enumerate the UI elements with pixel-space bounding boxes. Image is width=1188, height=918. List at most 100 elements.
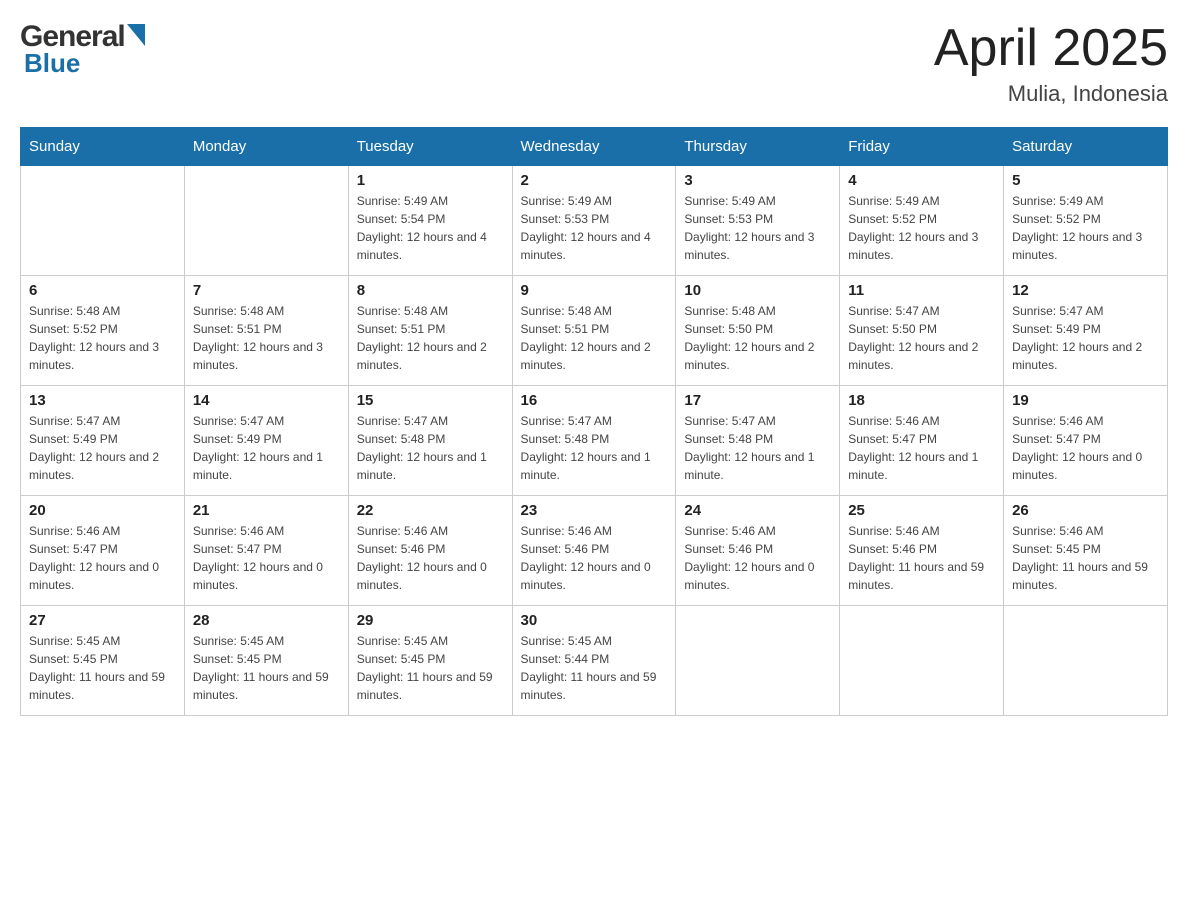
calendar-cell-w3-d3: 15 Sunrise: 5:47 AMSunset: 5:48 PMDayligh… [348,386,512,496]
day-info: Sunrise: 5:46 AMSunset: 5:47 PMDaylight:… [1012,412,1159,484]
day-info: Sunrise: 5:45 AMSunset: 5:45 PMDaylight:… [29,632,176,704]
day-number: 22 [357,502,504,519]
day-number: 10 [684,282,831,299]
calendar-cell-w2-d4: 9 Sunrise: 5:48 AMSunset: 5:51 PMDaylight… [512,276,676,386]
col-friday: Friday [840,128,1004,166]
calendar-cell-w1-d5: 3Sunrise: 5:49 AMSunset: 5:53 PMDaylight… [676,166,840,276]
calendar-cell-w2-d6: 11 Sunrise: 5:47 AMSunset: 5:50 PMDayligh… [840,276,1004,386]
day-info: Sunrise: 5:46 AMSunset: 5:47 PMDaylight:… [193,522,340,594]
calendar-cell-w5-d6 [840,606,1004,716]
col-saturday: Saturday [1004,128,1168,166]
day-info: Sunrise: 5:46 AMSunset: 5:46 PMDaylight:… [357,522,504,594]
day-number: 19 [1012,392,1159,409]
day-info: Sunrise: 5:48 AMSunset: 5:52 PMDaylight:… [29,302,176,374]
calendar-cell-w2-d1: 6 Sunrise: 5:48 AMSunset: 5:52 PMDaylight… [21,276,185,386]
col-wednesday: Wednesday [512,128,676,166]
calendar-cell-w4-d6: 25Sunrise: 5:46 AMSunset: 5:46 PMDayligh… [840,496,1004,606]
calendar-cell-w3-d1: 13 Sunrise: 5:47 AMSunset: 5:49 PMDayligh… [21,386,185,496]
day-number: 16 [521,392,668,409]
day-info: Sunrise: 5:46 AMSunset: 5:46 PMDaylight:… [684,522,831,594]
day-info: Sunrise: 5:47 AMSunset: 5:48 PMDaylight:… [357,412,504,484]
calendar-cell-w4-d2: 21 Sunrise: 5:46 AMSunset: 5:47 PMDayligh… [184,496,348,606]
day-info: Sunrise: 5:48 AMSunset: 5:51 PMDaylight:… [521,302,668,374]
week-row-3: 13 Sunrise: 5:47 AMSunset: 5:49 PMDayligh… [21,386,1168,496]
calendar-cell-w1-d2 [184,166,348,276]
page-header: General Blue April 2025 Mulia, Indonesia [20,20,1168,107]
day-info: Sunrise: 5:46 AMSunset: 5:47 PMDaylight:… [29,522,176,594]
day-number: 20 [29,502,176,519]
calendar-cell-w5-d4: 30 Sunrise: 5:45 AMSunset: 5:44 PMDayligh… [512,606,676,716]
calendar-cell-w4-d5: 24 Sunrise: 5:46 AMSunset: 5:46 PMDayligh… [676,496,840,606]
day-info: Sunrise: 5:47 AMSunset: 5:49 PMDaylight:… [29,412,176,484]
day-info: Sunrise: 5:48 AMSunset: 5:51 PMDaylight:… [193,302,340,374]
week-row-4: 20 Sunrise: 5:46 AMSunset: 5:47 PMDayligh… [21,496,1168,606]
day-number: 8 [357,282,504,299]
day-number: 4 [848,172,995,189]
day-number: 21 [193,502,340,519]
day-info: Sunrise: 5:49 AMSunset: 5:53 PMDaylight:… [684,192,831,264]
day-number: 23 [521,502,668,519]
day-info: Sunrise: 5:45 AMSunset: 5:45 PMDaylight:… [357,632,504,704]
day-number: 7 [193,282,340,299]
day-number: 12 [1012,282,1159,299]
week-row-2: 6 Sunrise: 5:48 AMSunset: 5:52 PMDaylight… [21,276,1168,386]
logo-blue-text: Blue [20,48,145,79]
day-number: 27 [29,612,176,629]
calendar-cell-w3-d7: 19 Sunrise: 5:46 AMSunset: 5:47 PMDayligh… [1004,386,1168,496]
calendar-cell-w4-d7: 26 Sunrise: 5:46 AMSunset: 5:45 PMDayligh… [1004,496,1168,606]
day-number: 2 [521,172,668,189]
day-info: Sunrise: 5:47 AMSunset: 5:49 PMDaylight:… [193,412,340,484]
calendar-cell-w4-d3: 22 Sunrise: 5:46 AMSunset: 5:46 PMDayligh… [348,496,512,606]
month-title: April 2025 [934,20,1168,77]
week-row-5: 27 Sunrise: 5:45 AMSunset: 5:45 PMDayligh… [21,606,1168,716]
calendar-table: Sunday Monday Tuesday Wednesday Thursday… [20,127,1168,716]
day-info: Sunrise: 5:45 AMSunset: 5:44 PMDaylight:… [521,632,668,704]
logo: General Blue [20,20,145,79]
day-number: 24 [684,502,831,519]
day-info: Sunrise: 5:49 AMSunset: 5:52 PMDaylight:… [848,192,995,264]
day-number: 30 [521,612,668,629]
calendar-cell-w1-d3: 1 Sunrise: 5:49 AMSunset: 5:54 PMDaylight… [348,166,512,276]
day-info: Sunrise: 5:49 AMSunset: 5:52 PMDaylight:… [1012,192,1159,264]
day-number: 15 [357,392,504,409]
calendar-cell-w2-d7: 12 Sunrise: 5:47 AMSunset: 5:49 PMDayligh… [1004,276,1168,386]
calendar-cell-w5-d5 [676,606,840,716]
day-number: 5 [1012,172,1159,189]
calendar-cell-w4-d4: 23 Sunrise: 5:46 AMSunset: 5:46 PMDayligh… [512,496,676,606]
day-info: Sunrise: 5:46 AMSunset: 5:46 PMDaylight:… [848,522,995,594]
calendar-cell-w3-d2: 14 Sunrise: 5:47 AMSunset: 5:49 PMDayligh… [184,386,348,496]
calendar-cell-w1-d4: 2Sunrise: 5:49 AMSunset: 5:53 PMDaylight… [512,166,676,276]
day-number: 13 [29,392,176,409]
calendar-cell-w4-d1: 20 Sunrise: 5:46 AMSunset: 5:47 PMDayligh… [21,496,185,606]
day-number: 26 [1012,502,1159,519]
day-number: 11 [848,282,995,299]
day-number: 28 [193,612,340,629]
calendar-cell-w3-d5: 17 Sunrise: 5:47 AMSunset: 5:48 PMDayligh… [676,386,840,496]
day-info: Sunrise: 5:46 AMSunset: 5:45 PMDaylight:… [1012,522,1159,594]
calendar-cell-w1-d1 [21,166,185,276]
day-info: Sunrise: 5:46 AMSunset: 5:46 PMDaylight:… [521,522,668,594]
calendar-cell-w5-d2: 28 Sunrise: 5:45 AMSunset: 5:45 PMDayligh… [184,606,348,716]
day-info: Sunrise: 5:46 AMSunset: 5:47 PMDaylight:… [848,412,995,484]
col-tuesday: Tuesday [348,128,512,166]
day-info: Sunrise: 5:49 AMSunset: 5:54 PMDaylight:… [357,192,504,264]
title-section: April 2025 Mulia, Indonesia [934,20,1168,107]
day-number: 18 [848,392,995,409]
day-number: 6 [29,282,176,299]
calendar-cell-w5-d1: 27 Sunrise: 5:45 AMSunset: 5:45 PMDayligh… [21,606,185,716]
calendar-cell-w1-d6: 4 Sunrise: 5:49 AMSunset: 5:52 PMDaylight… [840,166,1004,276]
day-number: 14 [193,392,340,409]
calendar-cell-w2-d3: 8Sunrise: 5:48 AMSunset: 5:51 PMDaylight… [348,276,512,386]
day-info: Sunrise: 5:47 AMSunset: 5:48 PMDaylight:… [684,412,831,484]
calendar-cell-w3-d6: 18 Sunrise: 5:46 AMSunset: 5:47 PMDayligh… [840,386,1004,496]
location-title: Mulia, Indonesia [934,81,1168,107]
day-info: Sunrise: 5:47 AMSunset: 5:49 PMDaylight:… [1012,302,1159,374]
day-number: 1 [357,172,504,189]
day-number: 9 [521,282,668,299]
calendar-cell-w3-d4: 16Sunrise: 5:47 AMSunset: 5:48 PMDayligh… [512,386,676,496]
calendar-cell-w1-d7: 5 Sunrise: 5:49 AMSunset: 5:52 PMDaylight… [1004,166,1168,276]
day-info: Sunrise: 5:45 AMSunset: 5:45 PMDaylight:… [193,632,340,704]
day-number: 17 [684,392,831,409]
day-number: 29 [357,612,504,629]
day-info: Sunrise: 5:47 AMSunset: 5:50 PMDaylight:… [848,302,995,374]
